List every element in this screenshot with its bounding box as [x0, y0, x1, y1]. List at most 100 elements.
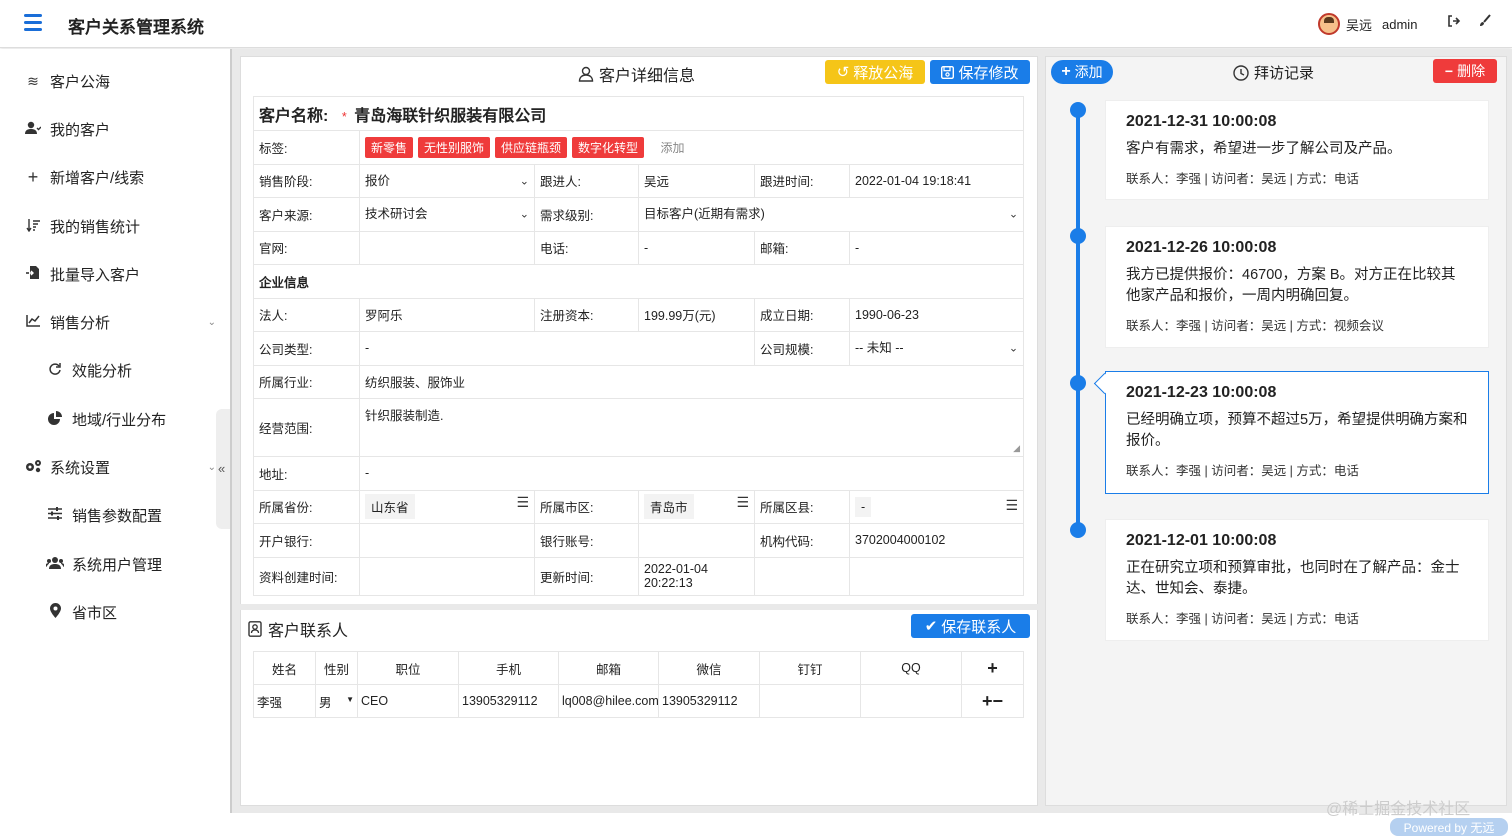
visit-record-card-selected[interactable]: 2021-12-23 10:00:08 已经明确立项，预算不超过5万，希望提供明…	[1105, 371, 1489, 494]
visit-time: 2021-12-23 10:00:08	[1126, 384, 1277, 401]
tag[interactable]: 供应链瓶颈	[495, 136, 568, 158]
tags-label: 标签:	[253, 130, 360, 165]
brush-icon[interactable]	[1478, 14, 1492, 31]
column-header-mobile: 手机	[458, 651, 559, 685]
cogs-icon	[24, 459, 42, 476]
chevron-down-icon: ⌄	[1008, 342, 1019, 355]
sidebar-collapse-handle[interactable]: «	[216, 409, 230, 529]
save-contacts-button[interactable]: ✔ 保存联系人	[911, 614, 1030, 638]
save-changes-button[interactable]: 保存修改	[930, 60, 1030, 84]
contact-gender-select[interactable]: 男 ▼	[315, 684, 358, 718]
legal-label: 法人:	[253, 297, 360, 332]
visit-record-card[interactable]: 2021-12-31 10:00:08 客户有需求，希望进一步了解公司及产品。 …	[1105, 100, 1489, 200]
contact-name-field[interactable]: 李强	[253, 684, 316, 718]
plus-circle-icon: +	[1061, 63, 1071, 80]
contact-qq-field[interactable]	[860, 684, 962, 718]
logout-icon[interactable]	[1447, 14, 1461, 31]
undo-icon: ↺	[836, 64, 850, 81]
resize-handle-icon[interactable]: ◢	[1013, 443, 1020, 454]
customer-detail-table: 客户名称: * 青岛海联针织服装有限公司 标签: 新零售 无性别服饰 供应链瓶颈 数字…	[252, 96, 1025, 596]
add-visit-button[interactable]: + 添加	[1051, 60, 1113, 84]
legal-value: 罗阿乐	[359, 297, 535, 332]
source-value: 技术研讨会	[365, 207, 428, 221]
level-select[interactable]: 目标客户(近期有需求) ⌄	[637, 197, 1025, 232]
org-code-field[interactable]: 3702004000102	[848, 523, 1025, 558]
city-picker[interactable]: 青岛市 ☰	[638, 489, 755, 524]
chevron-down-icon[interactable]: ⌄	[208, 462, 216, 473]
sidebar-item-efficiency[interactable]: 效能分析	[0, 350, 230, 390]
scale-label: 公司规模:	[754, 331, 850, 366]
add-contact-button[interactable]: +	[961, 651, 1024, 685]
row-add-remove-buttons[interactable]: +−	[961, 684, 1024, 718]
sidebar-item-label: 销售分析	[50, 314, 111, 332]
website-label: 官网:	[253, 230, 360, 265]
timeline-dot	[1070, 102, 1086, 118]
sidebar-item-my-sales-stats[interactable]: 我的销售统计	[0, 206, 230, 246]
sidebar-item-region[interactable]: 省市区	[0, 592, 230, 632]
industry-value: 纺织服装、服饰业	[358, 364, 1025, 399]
address-label: 地址:	[253, 456, 360, 491]
visit-time: 2021-12-26 10:00:08	[1126, 239, 1277, 256]
list-icon[interactable]: ☰	[516, 494, 529, 511]
sidebar-item-user-management[interactable]: 系统用户管理	[0, 544, 230, 584]
capital-label: 注册资本:	[534, 297, 639, 332]
user-area[interactable]: 吴远 admin	[1318, 12, 1417, 36]
delete-visit-button[interactable]: − 删除	[1433, 59, 1497, 83]
empty-cell	[848, 556, 1025, 596]
stage-select[interactable]: 报价 ⌄	[359, 163, 535, 198]
release-to-pool-button[interactable]: ↺ 释放公海	[825, 60, 925, 84]
list-icon[interactable]: ☰	[736, 494, 749, 511]
customer-name-value[interactable]: 青岛海联针织服装有限公司	[354, 108, 546, 125]
address-value[interactable]: -	[358, 456, 1025, 491]
pie-icon	[46, 410, 64, 428]
map-marker-icon	[46, 603, 64, 621]
sidebar-item-system-settings[interactable]: 系统设置 ⌄	[0, 447, 230, 487]
visit-meta: 联系人：李强 | 访问者：吴远 | 方式：视频会议	[1126, 319, 1384, 333]
scope-textarea[interactable]: 针织服装制造. ◢	[358, 398, 1025, 457]
province-value: 山东省	[365, 494, 415, 520]
sidebar-item-new-customer[interactable]: + 新增客户/线索	[0, 157, 230, 197]
source-select[interactable]: 技术研讨会 ⌄	[359, 197, 535, 232]
tag[interactable]: 无性别服饰	[418, 136, 491, 158]
contacts-title-text: 客户联系人	[268, 623, 349, 640]
users-icon	[45, 556, 65, 572]
scope-value: 针织服装制造.	[365, 409, 444, 423]
check-icon: ✔	[924, 618, 938, 635]
avatar[interactable]	[1318, 13, 1340, 35]
province-picker[interactable]: 山东省 ☰	[359, 489, 535, 524]
scale-select[interactable]: -- 未知 -- ⌄	[848, 331, 1025, 366]
list-icon[interactable]: ☰	[1006, 497, 1019, 514]
sidebar-item-batch-import[interactable]: 批量导入客户	[0, 254, 230, 294]
account-field[interactable]	[638, 523, 755, 558]
contact-wechat-field[interactable]: 13905329112	[658, 684, 760, 718]
email-field[interactable]: -	[848, 230, 1025, 265]
sidebar-item-sales-analysis[interactable]: 销售分析 ⌄	[0, 302, 230, 342]
sidebar-item-my-customers[interactable]: 我的客户	[0, 109, 230, 149]
save-button-label: 保存修改	[958, 64, 1019, 82]
contact-dingtalk-field[interactable]	[759, 684, 861, 718]
district-picker[interactable]: - ☰	[848, 489, 1025, 524]
sidebar-item-sales-params[interactable]: 销售参数配置	[0, 495, 230, 535]
visit-record-card[interactable]: 2021-12-01 10:00:08 正在研究立项和预算审批，也同时在了解产品…	[1105, 519, 1489, 641]
enterprise-section-header: 企业信息	[252, 264, 1025, 299]
contact-mobile-field[interactable]: 13905329112	[458, 684, 559, 718]
phone-field[interactable]: -	[638, 230, 755, 265]
hamburger-menu-icon[interactable]	[24, 14, 42, 32]
add-tag-link[interactable]: 添加	[661, 139, 685, 156]
follower-value: 吴远	[638, 163, 755, 198]
user-outline-icon	[578, 66, 594, 82]
timeline-line	[1076, 104, 1080, 534]
sidebar-item-public-pool[interactable]: ≋ 客户公海	[0, 61, 230, 101]
sidebar-item-region-industry[interactable]: 地域/行业分布	[0, 399, 230, 439]
tags-cell: 新零售 无性别服饰 供应链瓶颈 数字化转型 添加	[358, 130, 1025, 165]
contact-email-field[interactable]: lq008@hilee.com	[558, 684, 659, 718]
bank-field[interactable]	[359, 523, 535, 558]
tag[interactable]: 新零售	[365, 136, 414, 158]
sidebar-item-label: 我的销售统计	[50, 218, 141, 236]
website-field[interactable]	[359, 230, 535, 265]
contact-position-field[interactable]: CEO	[357, 684, 459, 718]
chevron-down-icon[interactable]: ⌄	[208, 317, 216, 328]
powered-by-badge[interactable]: Powered by 无远	[1390, 818, 1508, 836]
tag[interactable]: 数字化转型	[572, 136, 645, 158]
visit-record-card[interactable]: 2021-12-26 10:00:08 我方已提供报价：46700，方案 B。对…	[1105, 226, 1489, 348]
